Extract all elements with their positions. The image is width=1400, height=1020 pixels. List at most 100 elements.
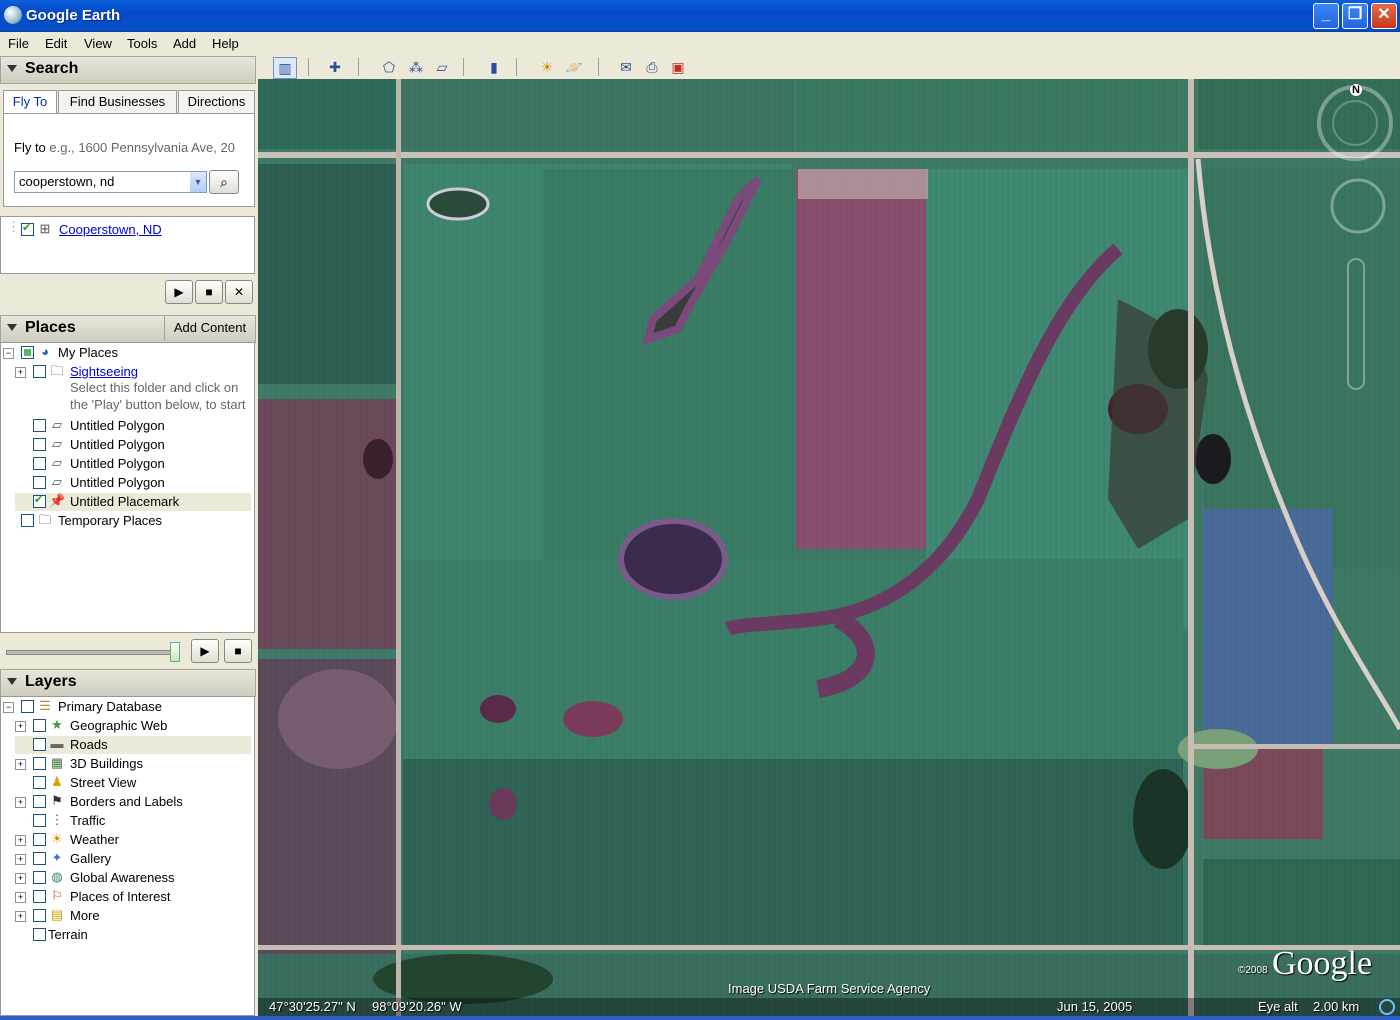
tree-item-temporary-places[interactable]: 🗀 Temporary Places [3, 512, 249, 530]
menu-edit[interactable]: Edit [45, 36, 67, 51]
layer-geographic-web[interactable]: + ★ Geographic Web [15, 717, 251, 735]
tree-item-my-places[interactable]: − ◕ My Places [3, 344, 249, 362]
tab-directions[interactable]: Directions [178, 90, 255, 113]
checkbox[interactable] [33, 719, 46, 732]
tree-item-polygon[interactable]: ⏥ Untitled Polygon [15, 455, 251, 473]
stop-places-button[interactable]: ■ [224, 639, 252, 663]
places-panel-header[interactable]: Places Add Content [0, 315, 256, 343]
checkbox[interactable] [21, 514, 34, 527]
result-checkbox[interactable] [21, 221, 34, 236]
folder-description: the 'Play' button below, to start [70, 397, 246, 412]
layer-label: Weather [70, 832, 119, 847]
checkbox[interactable] [33, 890, 46, 903]
layer-gallery[interactable]: + ✦ Gallery [15, 850, 251, 868]
collapse-triangle-icon[interactable] [7, 678, 17, 685]
add-overlay-button[interactable]: ▱ [431, 57, 453, 77]
menu-file[interactable]: File [8, 36, 29, 51]
tour-slider[interactable] [6, 650, 178, 655]
clear-results-button[interactable]: ✕ [225, 280, 253, 304]
traffic-light-icon: ⋮ [50, 812, 64, 827]
add-path-button[interactable]: ⁂ [405, 57, 427, 77]
email-button[interactable]: ✉ [615, 57, 637, 77]
minimize-button[interactable]: _ [1313, 3, 1339, 29]
checkbox[interactable] [21, 700, 34, 713]
checkbox[interactable] [33, 814, 46, 827]
checkbox[interactable] [33, 852, 46, 865]
grid-placemark-icon: ⊞ [39, 221, 51, 236]
collapse-triangle-icon[interactable] [7, 324, 17, 331]
tour-slider-handle[interactable] [170, 642, 180, 662]
layer-weather[interactable]: + ☀ Weather [15, 831, 251, 849]
layer-primary-database[interactable]: − ☰ Primary Database [3, 698, 249, 716]
switch-sky-button[interactable]: 🪐 [563, 57, 585, 77]
dropdown-arrow-icon[interactable]: ▼ [190, 172, 206, 192]
fly-to-label: Fly to [14, 140, 46, 155]
tree-item-sightseeing[interactable]: + 🗀 Sightseeing [15, 363, 251, 381]
menu-tools[interactable]: Tools [127, 36, 157, 51]
checkbox[interactable] [33, 795, 46, 808]
sidebar-icon: ▥ [278, 60, 292, 76]
menu-help[interactable]: Help [212, 36, 239, 51]
layer-label: Global Awareness [70, 870, 175, 885]
imagery-attribution: Image USDA Farm Service Agency [728, 981, 931, 996]
checkbox[interactable] [33, 833, 46, 846]
checkbox[interactable] [33, 871, 46, 884]
tree-item-polygon[interactable]: ⏥ Untitled Polygon [15, 474, 251, 492]
folder-icon: 🗀 [50, 363, 64, 378]
satellite-imagery [258, 79, 1400, 1016]
tree-item-polygon[interactable]: ⏥ Untitled Polygon [15, 436, 251, 454]
maximize-button[interactable]: ❐ [1342, 3, 1368, 29]
tab-fly-to[interactable]: Fly To [3, 90, 57, 114]
checkbox[interactable] [21, 346, 34, 359]
menu-view[interactable]: View [84, 36, 112, 51]
polygon-icon: ⬠ [382, 59, 396, 75]
fly-to-input[interactable]: cooperstown, nd ▼ [14, 171, 207, 193]
checkbox[interactable] [33, 738, 46, 751]
globe-icon: ◍ [51, 869, 63, 884]
compass-north[interactable]: N [1350, 84, 1362, 96]
google-maps-button[interactable]: ▣ [667, 57, 689, 77]
layer-traffic[interactable]: ⋮ Traffic [15, 812, 251, 830]
play-places-button[interactable]: ▶ [191, 639, 219, 663]
sunlight-button[interactable]: ☀ [536, 57, 558, 77]
ruler-button[interactable]: ▮ [483, 57, 505, 77]
result-link[interactable]: Cooperstown, ND [59, 222, 162, 237]
search-header-label: Search [25, 60, 79, 77]
collapse-triangle-icon[interactable] [7, 65, 17, 72]
menu-add[interactable]: Add [173, 36, 196, 51]
checkbox[interactable] [33, 909, 46, 922]
tree-item-placemark[interactable]: 📌 Untitled Placemark [15, 493, 251, 511]
checkbox[interactable] [33, 457, 46, 470]
add-content-button[interactable]: Add Content [164, 316, 255, 340]
layer-street-view[interactable]: ♟ Street View [15, 774, 251, 792]
search-button[interactable]: ⌕ [209, 170, 239, 194]
checkbox[interactable] [33, 757, 46, 770]
checkbox[interactable] [33, 365, 46, 378]
search-panel-header[interactable]: Search [0, 56, 256, 84]
add-polygon-button[interactable]: ⬠ [378, 57, 400, 77]
layer-3d-buildings[interactable]: + ▦ 3D Buildings [15, 755, 251, 773]
layer-borders-labels[interactable]: + ⚑ Borders and Labels [15, 793, 251, 811]
add-placemark-button[interactable]: ✚ [324, 57, 346, 77]
tree-item-polygon[interactable]: ⏥ Untitled Polygon [15, 417, 251, 435]
checkbox[interactable] [33, 476, 46, 489]
layer-global-awareness[interactable]: + ◍ Global Awareness [15, 869, 251, 887]
print-button[interactable]: ⎙ [641, 57, 663, 77]
layer-places-of-interest[interactable]: + ⚐ Places of Interest [15, 888, 251, 906]
layer-roads[interactable]: ▬ Roads [15, 736, 251, 754]
checkbox[interactable] [33, 419, 46, 432]
play-tour-button[interactable]: ▶ [165, 280, 193, 304]
toggle-sidebar-button[interactable]: ▥ [273, 57, 297, 79]
checkbox[interactable] [33, 438, 46, 451]
layers-panel-header[interactable]: Layers [0, 669, 256, 697]
checkbox[interactable] [33, 493, 46, 508]
map-view[interactable]: N Image USDA Farm Service Agency ©2008 G… [258, 79, 1400, 1016]
stop-tour-button[interactable]: ■ [195, 280, 223, 304]
layer-terrain[interactable]: Terrain [15, 926, 251, 944]
close-button[interactable]: ✕ [1371, 3, 1397, 29]
layer-more[interactable]: + ▤ More [15, 907, 251, 925]
checkbox[interactable] [33, 928, 46, 941]
checkbox[interactable] [33, 776, 46, 789]
tab-find-businesses[interactable]: Find Businesses [58, 90, 177, 113]
layer-label: Borders and Labels [70, 794, 183, 809]
